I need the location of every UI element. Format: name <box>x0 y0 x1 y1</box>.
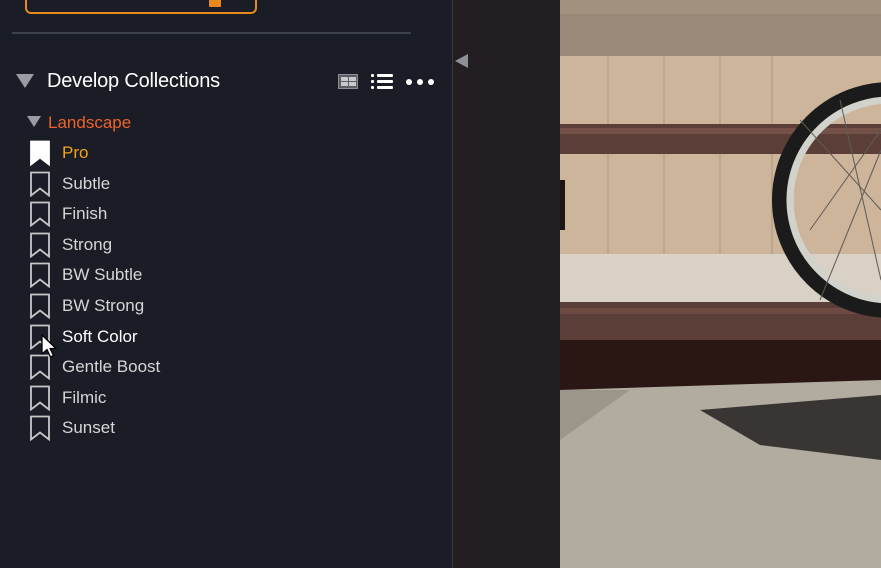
photo-preview <box>560 0 881 568</box>
bookmark-icon <box>30 415 50 442</box>
panel-gutter <box>453 0 560 568</box>
preset-label: Sunset <box>62 418 115 438</box>
preset-item[interactable]: Finish <box>29 199 329 230</box>
more-options-icon[interactable] <box>406 79 434 85</box>
preset-item[interactable]: Pro <box>29 138 329 169</box>
mouse-cursor-icon <box>41 334 57 358</box>
collection-group-label: Landscape <box>48 113 132 132</box>
bookmark-icon <box>30 232 50 258</box>
preset-label: Subtle <box>62 173 111 193</box>
section-header[interactable]: Develop Collections <box>16 70 436 94</box>
bookmark-icon <box>30 293 50 319</box>
bookmark-icon <box>30 201 50 228</box>
preset-label: Pro <box>62 143 89 162</box>
preset-label: Finish <box>62 204 108 224</box>
preset-item[interactable]: BW Strong <box>29 291 329 322</box>
preset-item[interactable]: Soft Color <box>29 322 329 353</box>
preset-label: Gentle Boost <box>62 357 161 377</box>
list-view-icon[interactable] <box>371 73 393 90</box>
export-icon <box>209 0 221 7</box>
bookmark-icon <box>30 140 50 166</box>
preset-item[interactable]: Filmic <box>29 383 329 414</box>
collapse-triangle-icon[interactable] <box>16 74 34 88</box>
develop-sidebar: Develop Collections Landscape Pro Subtle F… <box>0 0 453 568</box>
preset-label: BW Subtle <box>62 265 143 285</box>
preset-item[interactable]: Subtle <box>29 169 329 200</box>
bookmark-icon <box>30 385 50 411</box>
collection-group-header[interactable]: Landscape <box>27 113 227 133</box>
collapse-panel-arrow-icon[interactable] <box>455 54 468 68</box>
photo-image <box>560 0 881 568</box>
group-collapse-triangle-icon[interactable] <box>27 116 41 127</box>
preset-label: Soft Color <box>62 326 138 346</box>
preset-label: BW Strong <box>62 295 145 315</box>
preset-label: Filmic <box>62 387 107 407</box>
grid-view-icon[interactable] <box>338 74 358 89</box>
bookmark-icon <box>30 262 50 289</box>
top-action-button[interactable] <box>25 0 257 14</box>
preset-label: Strong <box>62 234 113 254</box>
preset-item[interactable]: BW Subtle <box>29 260 329 291</box>
preset-item[interactable]: Sunset <box>29 413 329 444</box>
divider <box>12 32 411 34</box>
section-title: Develop Collections <box>47 70 220 92</box>
bookmark-icon <box>30 171 50 197</box>
preset-list: Pro Subtle Finish Strong BW Subtle BW Strong S… <box>29 138 329 444</box>
preset-item[interactable]: Gentle Boost <box>29 352 329 383</box>
preset-item[interactable]: Strong <box>29 230 329 261</box>
